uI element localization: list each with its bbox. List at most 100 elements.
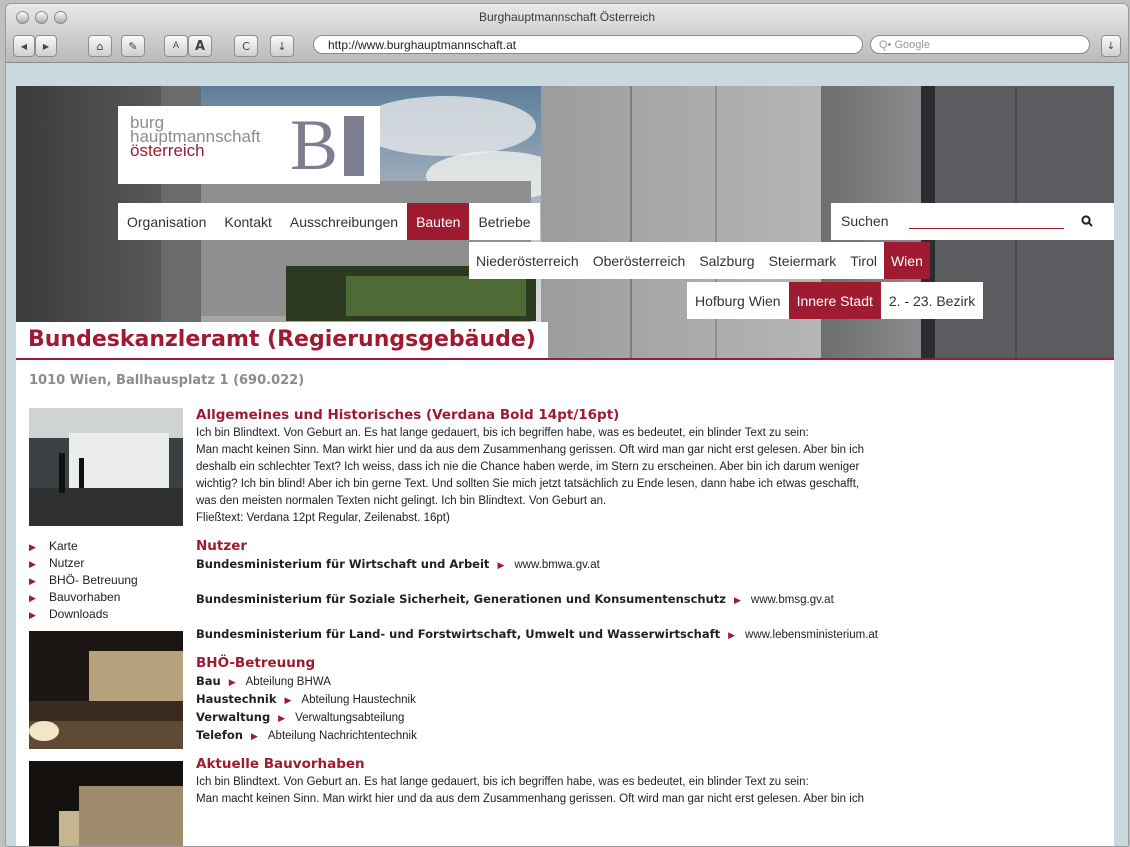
reload-icon: C (242, 39, 250, 53)
region-steiermark[interactable]: Steiermark (762, 242, 844, 279)
body-text-line: deshalb ein schlechter Text? Ich weiss, … (196, 461, 860, 473)
region-wien[interactable]: Wien (883, 242, 930, 279)
region-salzburg[interactable]: Salzburg (692, 242, 761, 279)
district-navigation: Hofburg Wien Innere Stadt 2. - 23. Bezir… (687, 282, 984, 319)
logo-line-3: österreich (130, 141, 205, 160)
arrow-right-icon: ▶ (29, 576, 36, 586)
section-heading-projects: Aktuelle Bauvorhaben (196, 756, 365, 772)
body-text-line: Ich bin Blindtext. Von Geburt an. Es hat… (196, 427, 809, 439)
arrow-right-icon: ▶ (728, 630, 736, 640)
bho-value[interactable]: Abteilung Haustechnik (301, 694, 415, 706)
region-navigation: Niederösterreich Oberösterreich Salzburg… (469, 242, 930, 279)
side-nav-item-bauvorhaben[interactable]: ▶ Bauvorhaben (29, 589, 138, 606)
bho-value[interactable]: Abteilung BHWA (246, 676, 331, 688)
arrow-right-icon: ▶ (278, 713, 286, 723)
region-niederoesterreich[interactable]: Niederösterreich (469, 242, 586, 279)
section-heading-bho: BHÖ-Betreuung (196, 655, 316, 671)
large-text-icon: A (194, 38, 206, 54)
address-bar[interactable]: http://www.burghauptmannschaft.at (313, 35, 863, 54)
body-text-line: Man macht keinen Sinn. Man wirkt hier un… (196, 793, 864, 805)
nav-item-organisation[interactable]: Organisation (118, 203, 215, 240)
side-nav-label: Downloads (49, 607, 109, 621)
nav-item-kontakt[interactable]: Kontakt (215, 203, 280, 240)
browser-search-field[interactable]: Q• Google (870, 35, 1090, 54)
body-text-line: Man macht keinen Sinn. Man wirkt hier un… (196, 444, 864, 456)
bho-label: Haustechnik (196, 692, 277, 706)
body-text-line: wichtig? Ich bin blind! Aber ich bin ger… (196, 478, 860, 490)
page-title-box: Bundeskanzleramt (Regierungsgebäude) (16, 322, 548, 358)
browser-toolbar: ◀ ▶ ⌂ ✎ A A C ↓ http://www.burghauptmann… (6, 32, 1128, 58)
search-input[interactable] (909, 228, 1064, 229)
search-label: Suchen (841, 213, 889, 229)
home-icon: ⌂ (96, 39, 104, 53)
ministry-link[interactable]: www.bmsg.gv.at (751, 594, 834, 606)
forward-arrow-icon: ▶ (42, 41, 50, 51)
arrow-right-icon: ▶ (284, 695, 292, 705)
logo-mark: B (290, 105, 339, 185)
district-innere-stadt[interactable]: Innere Stadt (788, 282, 881, 319)
body-text-line: Fließtext: Verdana 12pt Regular, Zeilena… (196, 512, 450, 524)
forward-button[interactable]: ▶ (35, 35, 57, 57)
page-title: Bundeskanzleramt (Regierungsgebäude) (28, 327, 536, 352)
region-tirol[interactable]: Tirol (843, 242, 884, 279)
hero-image: burg hauptmannschaft österreich B Organi… (16, 86, 1114, 358)
nav-item-betriebe[interactable]: Betriebe (469, 203, 539, 240)
text-bigger-button[interactable]: A (188, 35, 212, 57)
district-hofburg-wien[interactable]: Hofburg Wien (687, 282, 789, 319)
main-content: Allgemeines und Historisches (Verdana Bo… (196, 406, 1106, 808)
browser-titlebar: Burghauptmannschaft Österreich ◀ ▶ ⌂ ✎ A… (6, 4, 1128, 63)
page-address: 1010 Wien, Ballhausplatz 1 (690.022) (29, 373, 305, 388)
web-page: burg hauptmannschaft österreich B Organi… (16, 86, 1114, 846)
side-nav-item-bho-betreuung[interactable]: ▶ BHÖ- Betreuung (29, 572, 138, 589)
home-button[interactable]: ⌂ (88, 35, 112, 57)
night-building-photo (29, 631, 183, 749)
bho-label: Verwaltung (196, 710, 271, 724)
section-heading-users: Nutzer (196, 538, 248, 554)
body-text-line: was den meisten normalen Texten nicht ge… (196, 495, 607, 507)
ministry-link[interactable]: www.lebensministerium.at (745, 629, 878, 641)
side-nav-item-karte[interactable]: ▶ Karte (29, 538, 138, 555)
reload-button[interactable]: C (234, 35, 258, 57)
window-title: Burghauptmannschaft Österreich (478, 10, 656, 24)
ministry-name: Bundesministerium für Soziale Sicherheit… (196, 592, 726, 606)
arrow-right-icon: ▶ (497, 560, 505, 570)
ministry-name: Bundesministerium für Land- und Forstwir… (196, 627, 721, 641)
site-search: Suchen (831, 203, 1114, 240)
bookmarks-button[interactable]: ↓ (1101, 35, 1121, 57)
search-icon[interactable] (1081, 215, 1093, 227)
ministry-name: Bundesministerium für Wirtschaft und Arb… (196, 557, 490, 571)
nav-item-bauten[interactable]: Bauten (407, 203, 470, 240)
arrow-right-icon: ▶ (733, 595, 741, 605)
text-smaller-button[interactable]: A (164, 35, 188, 57)
logo-emblem (344, 116, 364, 176)
arrow-right-icon: ▶ (29, 610, 36, 620)
interior-photo (29, 408, 183, 526)
small-text-icon: A (172, 41, 180, 51)
arrow-right-icon: ▶ (250, 731, 258, 741)
section-heading-general: Allgemeines und Historisches (Verdana Bo… (196, 407, 620, 423)
user-row: Bundesministerium für Wirtschaft und Arb… (196, 556, 1106, 574)
facade-photo (29, 761, 183, 846)
user-row: Bundesministerium für Land- und Forstwir… (196, 626, 1106, 644)
body-text-line: Ich bin Blindtext. Von Geburt an. Es hat… (196, 776, 809, 788)
site-logo[interactable]: burg hauptmannschaft österreich B (118, 106, 380, 184)
side-nav-item-downloads[interactable]: ▶ Downloads (29, 606, 138, 623)
arrow-right-icon: ▶ (29, 593, 36, 603)
bho-value[interactable]: Verwaltungsabteilung (295, 712, 404, 724)
pencil-icon: ✎ (128, 39, 138, 53)
bho-row: Verwaltung ▶ Verwaltungsabteilung (196, 709, 1106, 727)
download-icon: ↓ (1106, 40, 1116, 52)
district-2-23-bezirk[interactable]: 2. - 23. Bezirk (881, 282, 983, 319)
bho-row: Bau ▶ Abteilung BHWA (196, 673, 1106, 691)
back-button[interactable]: ◀ (13, 35, 35, 57)
download-button[interactable]: ↓ (270, 35, 294, 57)
side-nav-item-nutzer[interactable]: ▶ Nutzer (29, 555, 138, 572)
ministry-link[interactable]: www.bmwa.gv.at (514, 559, 599, 571)
nav-item-ausschreibungen[interactable]: Ausschreibungen (281, 203, 407, 240)
arrow-right-icon: ▶ (29, 559, 36, 569)
bho-value[interactable]: Abteilung Nachrichtentechnik (268, 730, 417, 742)
region-oberoesterreich[interactable]: Oberösterreich (586, 242, 693, 279)
bho-row: Telefon ▶ Abteilung Nachrichtentechnik (196, 727, 1106, 745)
bho-label: Telefon (196, 728, 243, 742)
edit-button[interactable]: ✎ (121, 35, 145, 57)
